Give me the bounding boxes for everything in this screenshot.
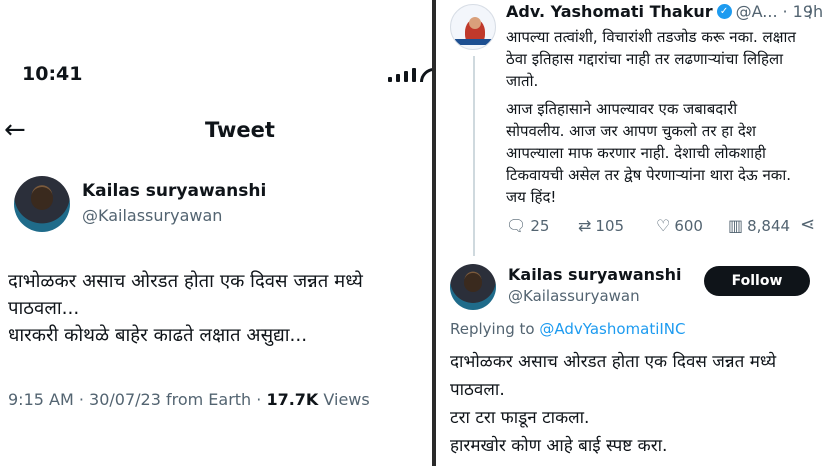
face-shape xyxy=(469,17,481,29)
views-count: 8,844 xyxy=(747,216,791,235)
tweet-text-line: पाठवला... xyxy=(8,298,80,319)
tweet-text-line: दाभोळकर असाच ओरडत होता एक दिवस जन्नत मध्… xyxy=(8,271,363,292)
left-screenshot: 10:41 ← Tweet Kailas suryawanshi @Kailas… xyxy=(0,0,432,466)
tweet-text: दाभोळकर असाच ओरडत होता एक दिवस जन्नत मध्… xyxy=(8,268,428,349)
tweet-text-line: धारकरी कोथळे बाहेर काढते लक्षात असुद्या.… xyxy=(8,325,308,346)
author-handle[interactable]: @A... xyxy=(736,2,778,21)
avatar[interactable] xyxy=(450,4,496,50)
status-time: 10:41 xyxy=(22,63,83,85)
views-count: 17.7K xyxy=(266,390,319,409)
reply-text-line: दाभोळकर असाच ओरडत होता एक दिवस जन्नत मध्… xyxy=(450,352,777,372)
replying-prefix: Replying to xyxy=(450,320,540,338)
retweet-count: 105 xyxy=(595,216,625,235)
reply-text: दाभोळकर असाच ओरडत होता एक दिवस जन्नत मध्… xyxy=(450,348,826,460)
separator-dot: · xyxy=(782,2,788,21)
tweet-text-line: टिकवायची असेल तर द्वेष पेरणाऱ्यांना थारा… xyxy=(506,166,791,184)
tweet-text-line: जय हिंद! xyxy=(506,188,557,206)
tweet-text: आपल्या तत्वांशी, विचारांशी तडजोड करू नका… xyxy=(506,26,824,208)
tweet-actions: 🗨 25 ⇄ 105 ♡ 600 ▥ 8,844 xyxy=(506,216,814,235)
tweet-meta: 9:15 AM · 30/07/23 from Earth · 17.7K Vi… xyxy=(8,390,370,409)
tweet-header: Adv. Yashomati Thakur ✓ @A... · 19h xyxy=(506,2,823,21)
tweet-text-line: आज इतिहासाने आपल्यावर एक जबाबदारी xyxy=(506,100,738,118)
page-title: Tweet xyxy=(205,118,275,142)
reply-button[interactable]: 🗨 25 xyxy=(506,216,578,235)
retweet-button[interactable]: ⇄ 105 xyxy=(578,216,656,235)
mention-link[interactable]: @AdvYashomatiINC xyxy=(539,320,685,338)
avatar[interactable] xyxy=(450,264,496,310)
tweet-text-line: आपल्या तत्वांशी, विचारांशी तडजोड करू नका… xyxy=(506,28,796,46)
retweet-icon: ⇄ xyxy=(578,216,592,235)
like-button[interactable]: ♡ 600 xyxy=(656,216,728,235)
reply-text-line: टरा टरा फाडून टाकला. xyxy=(450,408,590,428)
tweet-text-line: ठेवा इतिहास गद्दारांचा नाही तर लढणाऱ्यां… xyxy=(506,50,784,68)
like-count: 600 xyxy=(674,216,703,235)
avatar[interactable] xyxy=(14,176,70,232)
tweet-text-line: आपल्याला माफ करणार नाही. देशाची लोकशाही xyxy=(506,144,766,162)
tweet-timestamp: 9:15 AM · 30/07/23 from Earth · xyxy=(8,390,267,409)
signal-bar-icon xyxy=(412,68,416,82)
author-name[interactable]: Adv. Yashomati Thakur xyxy=(506,2,713,21)
right-screenshot: Adv. Yashomati Thakur ✓ @A... · 19h ⋮ आप… xyxy=(436,0,828,466)
signal-bar-icon xyxy=(396,74,400,82)
follow-button[interactable]: Follow xyxy=(704,266,810,296)
banner-band xyxy=(455,39,493,45)
share-icon[interactable]: ⋖ xyxy=(800,214,815,235)
reply-count: 25 xyxy=(530,216,550,235)
status-icons xyxy=(388,68,432,82)
reply-text-line: हारमखोर कोण आहे बाई स्पष्ट करा. xyxy=(450,436,668,456)
more-options-icon[interactable]: ⋮ xyxy=(802,2,818,21)
author-name[interactable]: Kailas suryawanshi xyxy=(82,181,266,201)
tweet-text-line: सोपवलीय. आज जर आपण चुकलो तर हा देश xyxy=(506,122,757,140)
verified-badge-icon: ✓ xyxy=(716,4,732,19)
signal-bar-icon xyxy=(388,77,392,82)
views-label: Views xyxy=(318,390,370,409)
reply-author-handle[interactable]: @Kailassuryawan xyxy=(508,287,640,305)
wifi-icon xyxy=(420,68,432,82)
replying-to: Replying to @AdvYashomatiINC xyxy=(450,320,686,338)
reply-icon: 🗨 xyxy=(506,216,527,235)
signal-bar-icon xyxy=(404,71,408,82)
tweet-text-line: जातो. xyxy=(506,72,539,90)
heart-icon: ♡ xyxy=(656,216,671,235)
reply-text-line: पाठवला. xyxy=(450,380,505,400)
reply-author-name[interactable]: Kailas suryawanshi xyxy=(508,265,681,284)
thread-line xyxy=(473,56,475,256)
author-handle[interactable]: @Kailassuryawan xyxy=(82,206,222,225)
views-icon: ▥ xyxy=(728,216,744,235)
